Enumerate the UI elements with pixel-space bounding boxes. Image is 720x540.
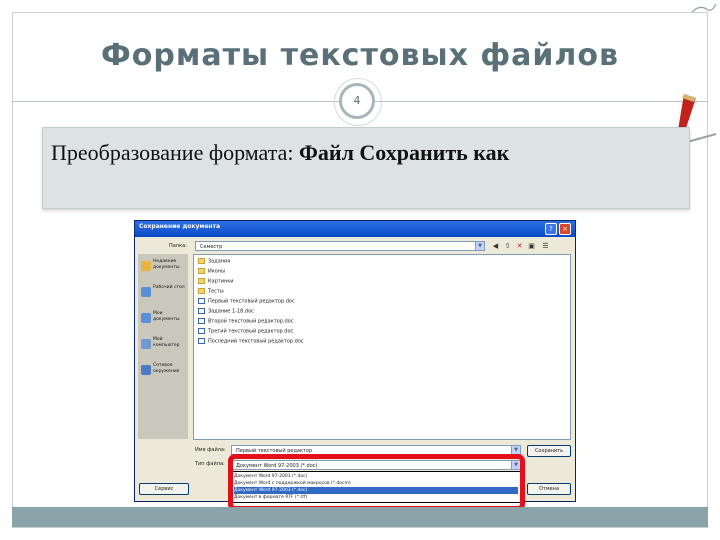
- list-item[interactable]: Иконы: [198, 268, 225, 277]
- slide-title: Форматы текстовых файлов: [101, 38, 619, 73]
- file-name: Задания: [208, 258, 231, 265]
- folder-icon: [198, 288, 205, 294]
- dialog-title: Сохранение документа: [139, 223, 221, 230]
- close-button[interactable]: ×: [559, 223, 571, 235]
- file-name: Иконы: [208, 268, 226, 275]
- back-icon[interactable]: ◀: [491, 242, 500, 251]
- file-list[interactable]: Задания Иконы Картинки Тесты Первый текс…: [193, 254, 571, 440]
- views-icon[interactable]: ☰: [541, 242, 550, 251]
- file-name: Первый текстовый редактор.doc: [208, 298, 295, 305]
- folder-label: Папка:: [169, 243, 187, 249]
- folder-select-value: Семестр: [200, 244, 223, 250]
- folder-icon: [198, 268, 205, 274]
- highlight-frame: [228, 454, 525, 511]
- delete-icon[interactable]: ✕: [515, 242, 524, 251]
- desktop-icon: [141, 287, 151, 297]
- page-number-badge: 4: [334, 78, 382, 126]
- my-documents-icon: [141, 313, 151, 323]
- document-icon: [198, 308, 205, 314]
- list-item[interactable]: Картинки: [198, 278, 234, 287]
- place-label: Мой компьютер: [153, 337, 180, 348]
- place-my-computer[interactable]: Мой компьютер: [139, 335, 189, 359]
- recent-icon: [141, 261, 151, 271]
- place-label: Рабочий стол: [153, 285, 185, 290]
- place-label: Недавние документы: [153, 259, 180, 270]
- content-text: Преобразование формата: Файл Сохранить к…: [51, 140, 509, 166]
- place-label: Мои документы: [153, 311, 180, 322]
- up-folder-icon[interactable]: ⇧: [503, 242, 512, 251]
- list-item[interactable]: Второй текстовый редактор.doc: [198, 318, 293, 327]
- list-item[interactable]: Задание 1-18.doc: [198, 308, 254, 317]
- folder-icon: [198, 258, 205, 264]
- list-item[interactable]: Тесты: [198, 288, 224, 297]
- bottom-accent-bar: [12, 507, 708, 527]
- document-icon: [198, 298, 205, 304]
- help-button[interactable]: ?: [545, 223, 557, 235]
- file-name: Тесты: [208, 288, 224, 295]
- my-computer-icon: [141, 339, 151, 349]
- chevron-down-icon: ▼: [475, 242, 484, 250]
- document-icon: [198, 338, 205, 344]
- menu-file: Файл: [299, 140, 354, 165]
- content-box: Преобразование формата: Файл Сохранить к…: [42, 127, 690, 209]
- corner-ornament-icon: [691, 3, 717, 13]
- network-icon: [141, 365, 151, 375]
- file-name: Третий текстовый редактор.doc: [208, 328, 294, 335]
- chevron-down-icon: ▼: [511, 446, 520, 454]
- folder-icon: [198, 278, 205, 284]
- save-button[interactable]: Сохранить: [527, 445, 571, 457]
- content-prefix: Преобразование формата:: [51, 140, 299, 165]
- place-label: Сетевое окружение: [153, 363, 180, 374]
- list-item[interactable]: Задания: [198, 258, 230, 267]
- list-item[interactable]: Первый текстовый редактор.doc: [198, 298, 295, 307]
- folder-select[interactable]: Семестр ▼: [195, 241, 485, 251]
- cancel-button[interactable]: Отмена: [527, 483, 571, 495]
- dialog-titlebar[interactable]: Сохранение документа ? ×: [135, 221, 575, 237]
- file-name: Картинки: [208, 278, 234, 285]
- place-recent[interactable]: Недавние документы: [139, 257, 189, 281]
- file-name: Задание 1-18.doc: [208, 308, 254, 315]
- new-folder-icon[interactable]: ▣: [527, 242, 536, 251]
- document-icon: [198, 318, 205, 324]
- place-desktop[interactable]: Рабочий стол: [139, 283, 189, 307]
- filename-label: Имя файла:: [195, 447, 226, 453]
- menu-save-as: Сохранить как: [359, 140, 510, 165]
- document-icon: [198, 328, 205, 334]
- filetype-label: Тип файла:: [195, 461, 225, 467]
- file-name: Второй текстовый редактор.doc: [208, 318, 294, 325]
- file-name: Последний текстовый редактор.doc: [208, 338, 304, 345]
- list-item[interactable]: Третий текстовый редактор.doc: [198, 328, 293, 337]
- place-network[interactable]: Сетевое окружение: [139, 361, 189, 385]
- service-button[interactable]: Сервис: [139, 483, 189, 495]
- list-item[interactable]: Последний текстовый редактор.doc: [198, 338, 304, 347]
- place-my-documents[interactable]: Мои документы: [139, 309, 189, 333]
